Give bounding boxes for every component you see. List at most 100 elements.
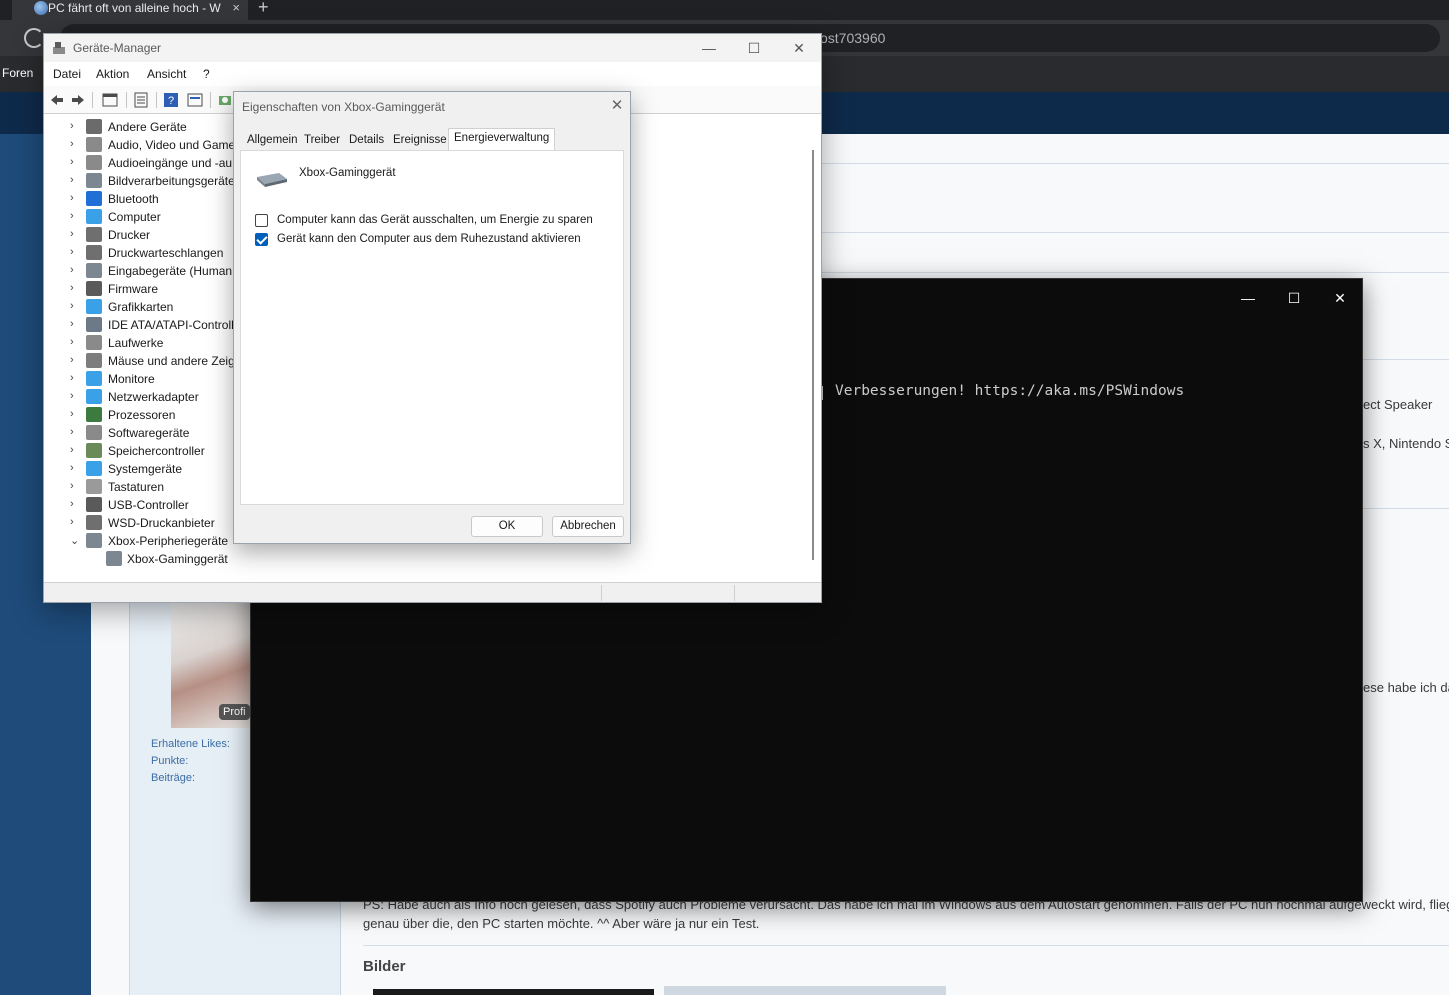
tree-category-label: USB-Controller	[108, 498, 189, 512]
attachment-thumbnail[interactable]	[664, 986, 946, 995]
device-manager-icon	[53, 42, 65, 54]
chevron-right-icon[interactable]: ›	[70, 120, 80, 132]
stat-likes-label: Erhaltene Likes:	[151, 738, 230, 750]
chevron-right-icon[interactable]: ›	[70, 174, 80, 186]
browser-tab-title: PC fährt oft von alleine hoch - W	[48, 1, 221, 15]
printer-icon	[86, 227, 102, 242]
menu-aktion[interactable]: Aktion	[96, 67, 129, 81]
help-icon[interactable]: ?	[163, 92, 179, 108]
toolbar-separator	[92, 92, 93, 108]
cancel-button[interactable]: Abbrechen	[552, 516, 624, 537]
chevron-right-icon[interactable]: ›	[70, 264, 80, 276]
chevron-right-icon[interactable]: ›	[70, 480, 80, 492]
chevron-right-icon[interactable]: ›	[70, 156, 80, 168]
chevron-right-icon[interactable]: ›	[70, 246, 80, 258]
drive-icon	[86, 335, 102, 350]
reload-icon[interactable]	[24, 28, 44, 48]
new-tab-button[interactable]: +	[258, 0, 269, 18]
menu-help[interactable]: ?	[203, 67, 210, 81]
chevron-right-icon[interactable]: ›	[70, 282, 80, 294]
divider	[822, 232, 1449, 233]
tab-allgemein[interactable]: Allgemein	[242, 131, 303, 151]
attachment-thumbnail[interactable]	[373, 989, 654, 995]
post-snippet: ect Speaker	[1363, 397, 1433, 412]
close-tab-icon[interactable]: ×	[232, 0, 240, 16]
power-off-checkbox[interactable]	[255, 214, 268, 227]
tab-ereignisse[interactable]: Ereignisse	[388, 131, 452, 151]
tab-details[interactable]: Details	[344, 131, 389, 151]
stat-posts-label: Beiträge:	[151, 772, 196, 784]
display-adapter-icon	[86, 299, 102, 314]
wake-checkbox[interactable]	[255, 233, 268, 246]
svg-text:?: ?	[168, 95, 174, 107]
tab-treiber[interactable]: Treiber	[299, 131, 345, 151]
scan-hardware-icon[interactable]	[217, 92, 233, 108]
maximize-button[interactable]: ☐	[739, 37, 769, 59]
terminal-close-button[interactable]: ✕	[1325, 287, 1355, 309]
tree-category-label: Eingabegeräte (Human	[108, 264, 233, 278]
divider	[822, 272, 1449, 273]
chevron-right-icon[interactable]: ›	[70, 336, 80, 348]
chevron-right-icon[interactable]: ›	[70, 300, 80, 312]
properties-icon[interactable]	[133, 92, 149, 108]
ok-button[interactable]: OK	[471, 516, 543, 537]
forward-arrow-icon[interactable]	[70, 92, 86, 108]
tree-category-label: Mäuse und andere Zeig	[108, 354, 235, 368]
chevron-right-icon[interactable]: ›	[70, 426, 80, 438]
chevron-right-icon[interactable]: ›	[70, 192, 80, 204]
tree-category-label: Prozessoren	[108, 408, 176, 422]
tree-category-label: Bluetooth	[108, 192, 159, 206]
stat-points-label: Punkte:	[151, 755, 189, 767]
back-arrow-icon[interactable]	[49, 92, 65, 108]
chevron-down-icon[interactable]: ⌄	[70, 534, 80, 547]
xbox-device-icon	[257, 173, 287, 187]
chevron-right-icon[interactable]: ›	[70, 516, 80, 528]
menu-ansicht[interactable]: Ansicht	[147, 67, 186, 81]
chevron-right-icon[interactable]: ›	[70, 390, 80, 402]
minimize-button[interactable]: —	[694, 37, 724, 59]
console-tree-icon[interactable]	[102, 92, 118, 108]
chevron-right-icon[interactable]: ›	[70, 498, 80, 510]
properties-dialog[interactable]: Eigenschaften von Xbox-Gaminggerät ✕ All…	[233, 91, 631, 544]
divider	[363, 945, 1449, 946]
chevron-right-icon[interactable]: ›	[70, 462, 80, 474]
user-rank-badge: Profi	[219, 704, 250, 720]
tab-energieverwaltung[interactable]: Energieverwaltung	[448, 128, 556, 152]
toolbar-separator	[210, 92, 211, 108]
tree-category-label: Grafikkarten	[108, 300, 174, 314]
camera-icon	[86, 173, 102, 188]
chevron-right-icon[interactable]: ›	[70, 228, 80, 240]
menu-datei[interactable]: Datei	[53, 67, 81, 81]
device-name: Xbox-Gaminggerät	[299, 167, 396, 179]
chevron-right-icon[interactable]: ›	[70, 210, 80, 222]
chip-icon	[86, 281, 102, 296]
vertical-scrollbar[interactable]	[810, 116, 820, 578]
bookmark-foren[interactable]: Foren	[2, 66, 33, 80]
scrollbar-thumb[interactable]	[812, 150, 814, 560]
tree-category-label: Audioeingänge und -au	[108, 156, 233, 170]
system-icon	[86, 461, 102, 476]
tree-device-label: Xbox-Gaminggerät	[127, 552, 228, 566]
speaker-icon	[86, 137, 102, 152]
chevron-right-icon[interactable]: ›	[70, 372, 80, 384]
divider	[1363, 359, 1449, 360]
close-button[interactable]: ✕	[784, 37, 814, 59]
usb-icon	[86, 497, 102, 512]
post-snippet: ese habe ich da	[1363, 680, 1449, 695]
view-icon[interactable]	[187, 92, 203, 108]
browser-tab[interactable]: PC fährt oft von alleine hoch - W ×	[12, 0, 248, 20]
printer-icon	[86, 515, 102, 530]
post-snippet: s X, Nintendo S	[1363, 436, 1449, 451]
tree-category-label: Netzwerkadapter	[108, 390, 199, 404]
chevron-right-icon[interactable]: ›	[70, 138, 80, 150]
power-management-panel: Xbox-Gaminggerät Computer kann das Gerät…	[240, 150, 624, 505]
terminal-minimize-button[interactable]: —	[1233, 287, 1263, 309]
chevron-right-icon[interactable]: ›	[70, 318, 80, 330]
device-manager-titlebar[interactable]: Geräte-Manager — ☐ ✕	[44, 34, 821, 62]
chevron-right-icon[interactable]: ›	[70, 444, 80, 456]
chevron-right-icon[interactable]: ›	[70, 408, 80, 420]
dialog-close-button[interactable]: ✕	[606, 95, 628, 117]
chevron-right-icon[interactable]: ›	[70, 354, 80, 366]
terminal-maximize-button[interactable]: ☐	[1279, 287, 1309, 309]
tree-category-label: IDE ATA/ATAPI-Controlle	[108, 318, 241, 332]
